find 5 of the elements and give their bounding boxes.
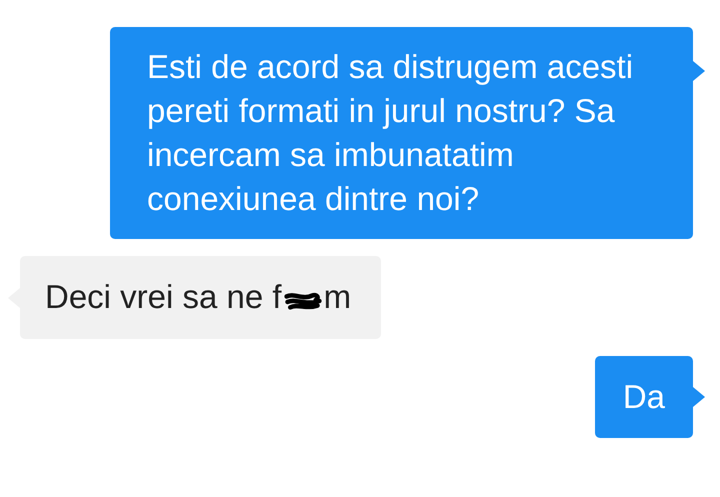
bubble-tail-icon [693, 387, 705, 407]
sent-message: Da [594, 356, 693, 438]
sent-message: Esti de acord sa distrugem acesti pereti formati in jurul nostru? Sa incercam sa imbunatatim conexiunea dintre noi? [110, 27, 693, 239]
bubble-tail-icon [693, 61, 705, 81]
received-message: Deci vrei sa ne f m [20, 256, 382, 339]
